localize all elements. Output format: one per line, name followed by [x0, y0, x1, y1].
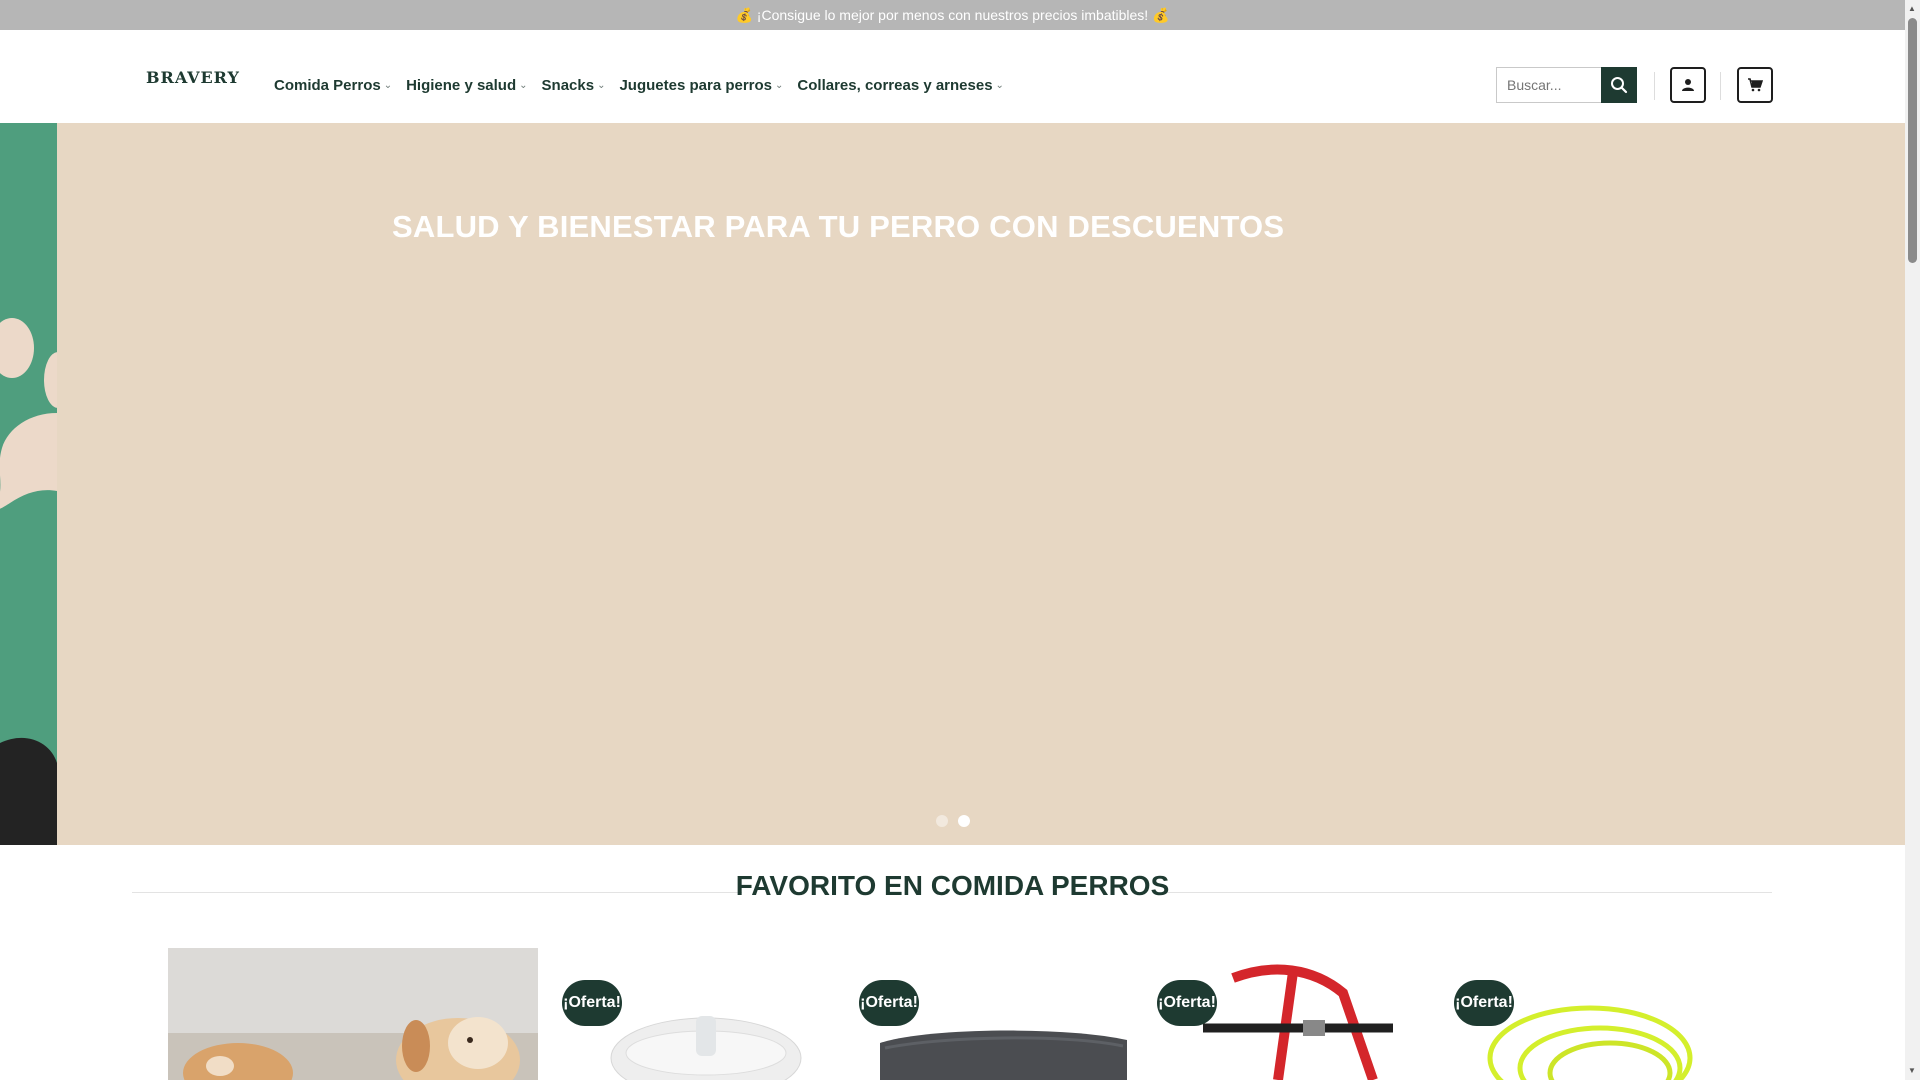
sale-badge-label: ¡Oferta! [860, 994, 918, 1011]
announcement-bar: 💰 ¡Consigue lo mejor por menos con nuest… [0, 0, 1905, 30]
announcement-text: 💰 ¡Consigue lo mejor por menos con nuest… [735, 6, 1170, 23]
sale-badge: ¡Oferta! [562, 980, 622, 1026]
user-icon [1682, 79, 1694, 91]
nav-item-label: Comida Perros [274, 77, 381, 94]
dogs-photo [168, 948, 538, 1080]
sale-badge: ¡Oferta! [1157, 980, 1217, 1026]
account-button[interactable] [1670, 67, 1706, 103]
chevron-down-icon: ⌄ [775, 80, 784, 91]
nav-item-collares[interactable]: Collares, correas y arneses ⌄ [797, 77, 1004, 94]
page-scrollbar[interactable]: ▲ ▼ [1905, 0, 1920, 1080]
scroll-down-icon[interactable]: ▼ [1908, 1066, 1916, 1075]
nav-item-comida-perros[interactable]: Comida Perros ⌄ [274, 77, 392, 94]
search-button[interactable] [1601, 67, 1637, 103]
search-input[interactable] [1496, 67, 1613, 103]
main-nav: Comida Perros ⌄ Higiene y salud ⌄ Snacks… [274, 77, 1004, 94]
cart-icon [1748, 78, 1763, 92]
sale-badge-label: ¡Oferta! [1158, 994, 1216, 1011]
paw-icon [0, 318, 57, 845]
nav-item-higiene-salud[interactable]: Higiene y salud ⌄ [406, 77, 527, 94]
site-header: BRAVERY Comida Perros ⌄ Higiene y salud … [0, 30, 1905, 123]
slider-dot-2[interactable] [958, 815, 970, 827]
chevron-down-icon: ⌄ [597, 80, 606, 91]
sale-badge: ¡Oferta! [1454, 980, 1514, 1026]
logo[interactable]: BRAVERY [146, 68, 240, 87]
sale-badge-label: ¡Oferta! [1455, 994, 1513, 1011]
nav-item-label: Collares, correas y arneses [797, 77, 993, 94]
hero-title: SALUD Y BIENESTAR PARA TU PERRO CON DESC… [392, 209, 1285, 244]
hero-side-decoration [0, 123, 57, 845]
cart-button[interactable] [1737, 67, 1773, 103]
header-divider [1654, 72, 1655, 100]
chevron-down-icon: ⌄ [519, 80, 528, 91]
nav-item-label: Juguetes para perros [619, 77, 773, 94]
sale-badge-label: ¡Oferta! [563, 994, 621, 1011]
search-icon [1611, 77, 1628, 94]
category-image-card[interactable] [168, 948, 538, 1080]
hero-banner[interactable]: SALUD Y BIENESTAR PARA TU PERRO CON DESC… [57, 123, 1905, 845]
scroll-thumb[interactable] [1908, 18, 1917, 263]
nav-item-label: Higiene y salud [406, 77, 517, 94]
header-divider [1720, 72, 1721, 100]
chevron-down-icon: ⌄ [383, 80, 393, 91]
scroll-up-icon[interactable]: ▲ [1908, 4, 1916, 13]
nav-item-juguetes[interactable]: Juguetes para perros ⌄ [619, 77, 783, 94]
section-title-text: FAVORITO EN COMIDA PERROS [735, 870, 1170, 901]
nav-item-snacks[interactable]: Snacks ⌄ [542, 77, 606, 94]
nav-item-label: Snacks [541, 77, 595, 94]
chevron-down-icon: ⌄ [995, 80, 1004, 91]
section-title: FAVORITO EN COMIDA PERROS [0, 870, 1905, 902]
slider-dot-1[interactable] [936, 815, 948, 827]
sale-badge: ¡Oferta! [859, 980, 919, 1026]
